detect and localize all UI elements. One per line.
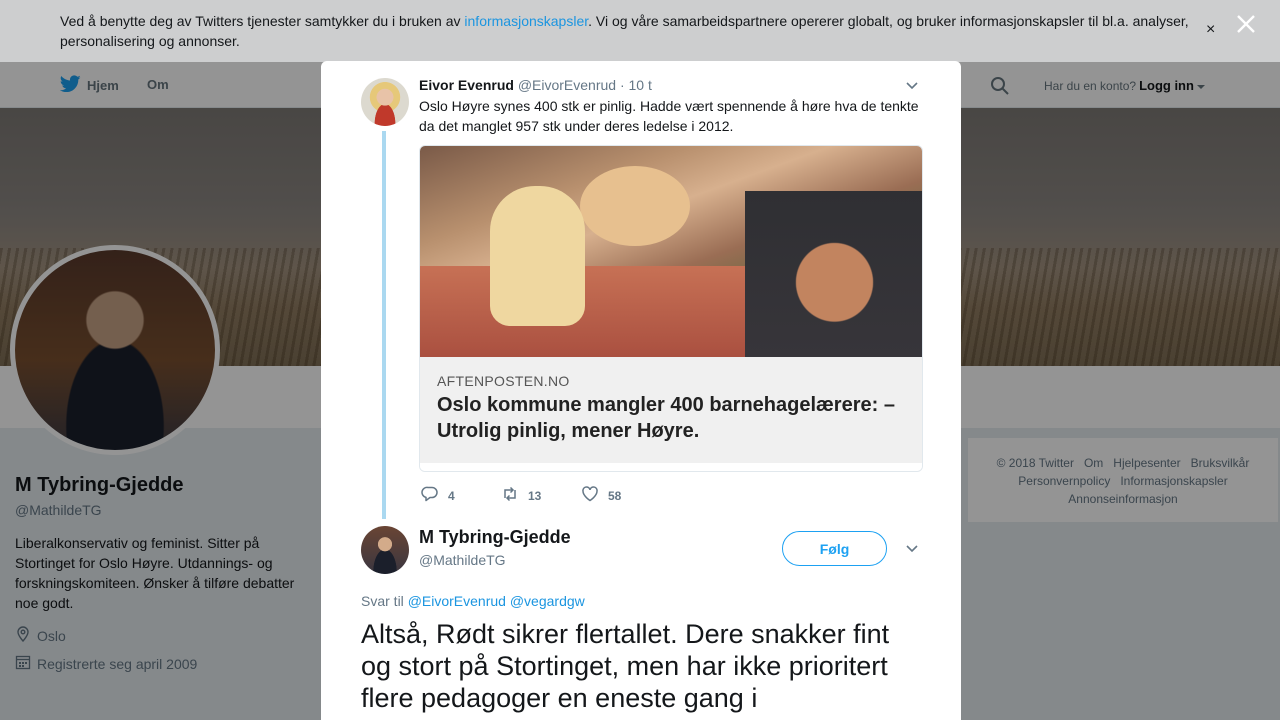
chevron-down-icon[interactable] xyxy=(905,79,919,93)
retweet-button[interactable]: 13 xyxy=(501,485,581,506)
card-title: Oslo kommune mangler 400 barnehagelærere… xyxy=(437,394,895,442)
reply-count: 4 xyxy=(448,488,455,503)
card-body: AFTENPOSTEN.NO Oslo kommune mangler 400 … xyxy=(420,357,922,463)
like-button[interactable]: 58 xyxy=(581,485,621,506)
card-image xyxy=(420,146,922,357)
cookie-close-icon[interactable]: × xyxy=(1206,22,1220,38)
reply-to-users[interactable]: @EivorEvenrud @vegardgw xyxy=(408,593,585,609)
reply-button[interactable]: 4 xyxy=(421,485,501,506)
parent-tweet-time[interactable]: · 10 t xyxy=(620,77,652,93)
heart-icon xyxy=(581,485,599,506)
chevron-down-icon[interactable] xyxy=(905,542,919,556)
main-tweet-handle[interactable]: @MathildeTG xyxy=(419,552,506,568)
main-tweet-text: Altså, Rødt sikrer flertallet. Dere snak… xyxy=(361,619,890,713)
thread-line xyxy=(382,131,386,519)
like-count: 58 xyxy=(608,488,622,503)
main-tweet-avatar[interactable] xyxy=(361,526,409,574)
tweet-modal: Eivor Evenrud @EivorEvenrud · 10 t Oslo … xyxy=(321,61,961,720)
cookie-link[interactable]: informasjonskapsler xyxy=(464,13,588,29)
reply-icon xyxy=(421,485,439,506)
tweet-actions: 4 13 58 xyxy=(421,485,621,506)
parent-tweet-text: Oslo Høyre synes 400 stk er pinlig. Hadd… xyxy=(419,98,919,134)
parent-tweet-header: Eivor Evenrud @EivorEvenrud · 10 t xyxy=(419,77,652,93)
parent-tweet-name[interactable]: Eivor Evenrud xyxy=(419,77,514,93)
parent-tweet-handle[interactable]: @EivorEvenrud xyxy=(518,77,616,93)
parent-tweet-avatar[interactable] xyxy=(361,78,409,126)
link-card[interactable]: AFTENPOSTEN.NO Oslo kommune mangler 400 … xyxy=(419,145,923,472)
retweet-count: 13 xyxy=(528,488,542,503)
reply-context: Svar til @EivorEvenrud @vegardgw xyxy=(361,593,585,609)
close-icon[interactable] xyxy=(1234,12,1258,36)
card-domain: AFTENPOSTEN.NO xyxy=(437,373,570,389)
follow-button[interactable]: Følg xyxy=(782,531,887,566)
cookie-banner-text: Ved å benytte deg av Twitters tjenester … xyxy=(60,13,1189,49)
main-tweet-name[interactable]: M Tybring-Gjedde xyxy=(419,527,571,548)
retweet-icon xyxy=(501,485,519,506)
